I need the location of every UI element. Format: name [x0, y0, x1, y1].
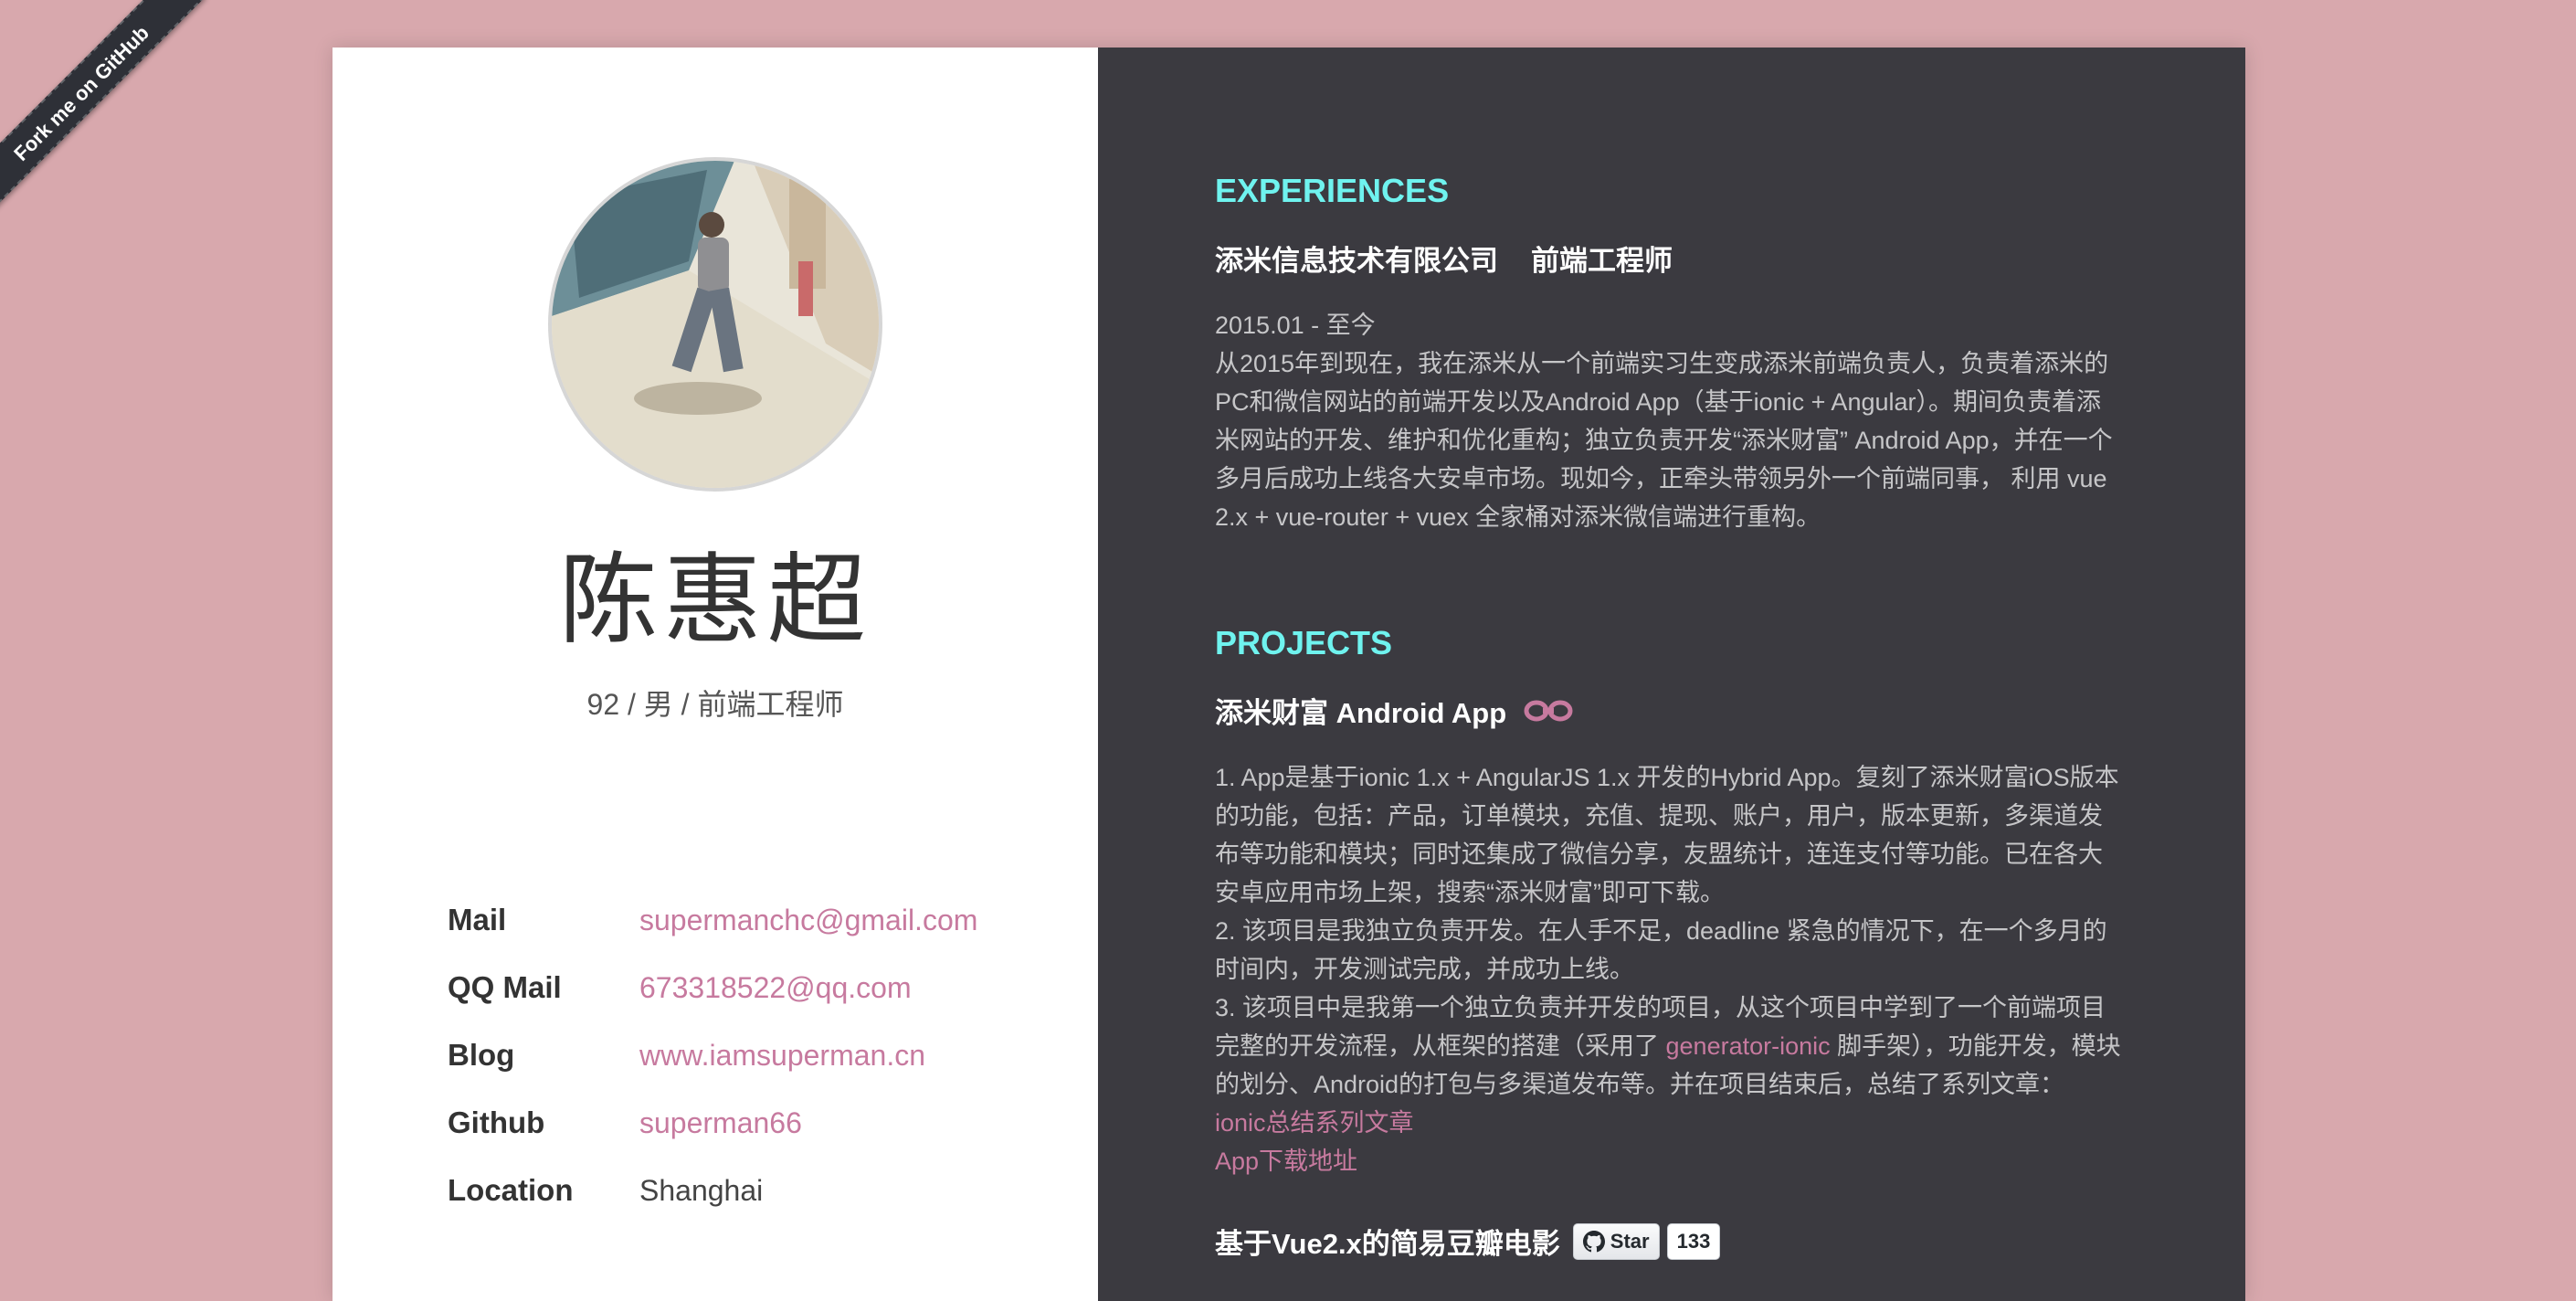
job-role: 前端工程师 [1531, 245, 1673, 277]
profile-panel: 陈惠超 92 / 男 / 前端工程师 Mail supermanchc@gmai… [333, 48, 1098, 1301]
github-star-button[interactable]: Star [1572, 1222, 1660, 1260]
link-icon[interactable] [1523, 698, 1574, 724]
contact-label: Github [448, 1105, 545, 1139]
job-title: 添米信息技术有限公司 前端工程师 [1215, 238, 2123, 279]
github-icon [1582, 1230, 1605, 1252]
avatar-photo [552, 161, 879, 488]
contact-row-mail: Mail supermanchc@gmail.com [448, 886, 1032, 954]
contact-list: Mail supermanchc@gmail.com QQ Mail 67331… [448, 886, 1032, 1224]
profile-name: 陈惠超 [558, 544, 871, 658]
projects-heading: PROJECTS [1215, 624, 1393, 661]
contact-label: Blog [448, 1038, 515, 1072]
ionic-articles-link[interactable]: ionic总结系列文章 [1215, 1109, 1414, 1137]
project-title: 基于Vue2.x的简易豆瓣电影 Star 133 [1215, 1221, 2123, 1262]
blog-link[interactable]: www.iamsuperman.cn [639, 1039, 925, 1073]
github-link[interactable]: superman66 [639, 1106, 802, 1140]
resume-card: 陈惠超 92 / 男 / 前端工程师 Mail supermanchc@gmai… [333, 48, 2245, 1301]
contact-row-blog: Blog www.iamsuperman.cn [448, 1021, 1032, 1089]
contact-row-github: Github superman66 [448, 1089, 1032, 1157]
project-title: 添米财富 Android App [1215, 690, 2123, 731]
star-label: Star [1610, 1229, 1650, 1253]
contact-label: Mail [448, 903, 507, 936]
experiences-section: EXPERIENCES 添米信息技术有限公司 前端工程师 2015.01 - 至今… [1215, 172, 2123, 536]
contact-row-location: Location Shanghai [448, 1157, 1032, 1224]
fork-ribbon-wrapper: Fork me on GitHub [0, 0, 238, 238]
location-value: Shanghai [639, 1173, 764, 1207]
fork-me-ribbon[interactable]: Fork me on GitHub [0, 0, 206, 217]
contact-label: Location [448, 1173, 574, 1207]
app-download-row: App下载地址 [1215, 1142, 2123, 1180]
contact-row-qq-mail: QQ Mail 673318522@qq.com [448, 954, 1032, 1021]
projects-section: PROJECTS 添米财富 Android App 1. App是基于ionic… [1215, 624, 2123, 1262]
project-name: 添米财富 Android App [1215, 697, 1507, 729]
job-description: 从2015年到现在，我在添米从一个前端实习生变成添米前端负责人，负责着添米的PC… [1215, 350, 2113, 531]
star-count[interactable]: 133 [1666, 1222, 1721, 1260]
project-detail-1: 1. App是基于ionic 1.x + AngularJS 1.x 开发的Hy… [1215, 764, 2119, 906]
project-detail-2: 2. 该项目是我独立负责开发。在人手不足，deadline 紧急的情况下，在一个… [1215, 917, 2107, 983]
generator-ionic-link[interactable]: generator-ionic [1666, 1032, 1831, 1060]
job-period: 2015.01 - 至今 [1215, 312, 1376, 339]
app-download-link[interactable]: App下载地址 [1215, 1148, 1357, 1175]
ionic-articles-row: ionic总结系列文章 [1215, 1104, 2123, 1142]
project-name: 基于Vue2.x的简易豆瓣电影 [1215, 1228, 1560, 1260]
profile-subtitle: 92 / 男 / 前端工程师 [586, 688, 844, 721]
contact-label: QQ Mail [448, 970, 562, 1004]
company-name: 添米信息技术有限公司 [1215, 245, 1498, 277]
qq-mail-link[interactable]: 673318522@qq.com [639, 971, 912, 1005]
mail-link[interactable]: supermanchc@gmail.com [639, 904, 977, 937]
avatar [548, 157, 882, 492]
content-panel: EXPERIENCES 添米信息技术有限公司 前端工程师 2015.01 - 至今… [1098, 48, 2245, 1301]
project-detail-3: 3. 该项目中是我第一个独立负责并开发的项目，从这个项目中学到了一个前端项目完整… [1215, 989, 2123, 1104]
experiences-heading: EXPERIENCES [1215, 172, 1450, 209]
